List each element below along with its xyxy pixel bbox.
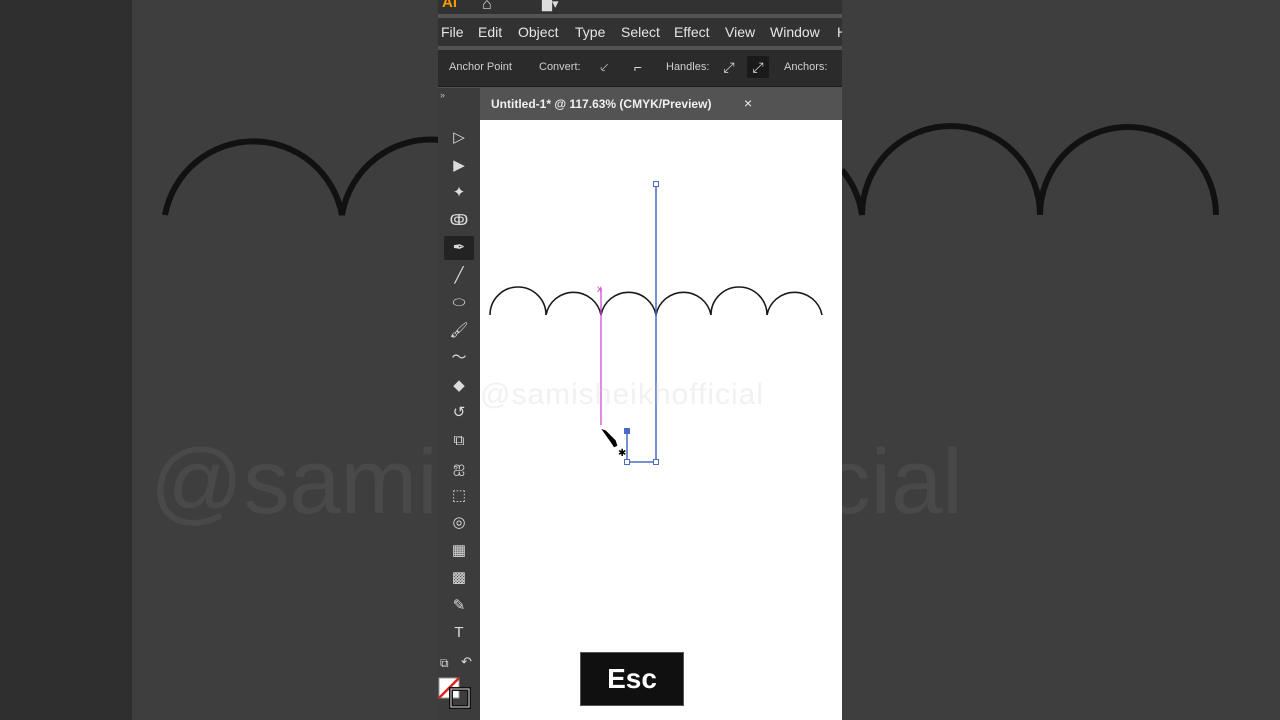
menu-view[interactable]: View: [725, 24, 755, 40]
shaper-tool-icon[interactable]: 〜: [444, 346, 474, 370]
eraser-tool-icon[interactable]: ◆: [444, 374, 474, 398]
illustrator-window: Ai ⌂ ▆▾ File Edit Object Type Select Eff…: [438, 0, 842, 720]
eyedropper-tool-icon[interactable]: ✎: [444, 594, 474, 618]
document-tab-bar: Untitled-1* @ 117.63% (CMYK/Preview) ×: [482, 88, 842, 120]
ellipse-tool-icon[interactable]: ⬭: [444, 291, 474, 315]
anchors-icon[interactable]: ⋮: [834, 56, 842, 78]
convert-label: Convert:: [539, 61, 581, 73]
anchor-point-bottom-right[interactable]: [653, 459, 659, 465]
menu-bar: File Edit Object Type Select Effect View…: [438, 18, 842, 46]
background-arcs-right: [842, 123, 1219, 216]
type-tool-icon[interactable]: T: [444, 621, 474, 645]
menu-type[interactable]: Type: [575, 24, 605, 40]
background-left: [0, 0, 440, 720]
menu-object[interactable]: Object: [518, 24, 558, 40]
line-tool-icon[interactable]: ╱: [444, 264, 474, 288]
title-bar: Ai ⌂ ▆▾: [438, 0, 842, 14]
anchor-point-active[interactable]: [624, 428, 630, 434]
paintbrush-tool-icon[interactable]: 🖌: [444, 319, 474, 343]
home-icon[interactable]: ⌂: [482, 0, 492, 14]
toolbox-grip-icon[interactable]: »: [440, 90, 445, 100]
rotate-tool-icon[interactable]: ↺: [444, 401, 474, 425]
background-right: [842, 0, 1280, 720]
direct-selection-tool-icon[interactable]: ▶: [444, 154, 474, 178]
selection-tool-icon[interactable]: ▷: [444, 126, 474, 150]
free-transform-tool-icon[interactable]: ⬚: [444, 484, 474, 508]
menu-effect[interactable]: Effect: [674, 24, 710, 40]
document-tab[interactable]: Untitled-1* @ 117.63% (CMYK/Preview) ×: [482, 88, 762, 120]
default-colors-icon[interactable]: ⧉: [440, 656, 449, 671]
swap-colors-icon[interactable]: ↶: [461, 654, 472, 670]
scale-tool-icon[interactable]: ⧉: [444, 429, 474, 453]
hide-handles-icon[interactable]: ⤢: [747, 56, 769, 78]
workspace-switcher-icon[interactable]: ▆▾: [542, 0, 559, 12]
magic-wand-tool-icon[interactable]: ✦: [444, 181, 474, 205]
menu-file[interactable]: File: [441, 24, 464, 40]
anchor-point-label: Anchor Point: [449, 61, 512, 73]
watermark-text: @samisheikhofficial: [480, 378, 765, 411]
anchors-label: Anchors:: [784, 61, 828, 73]
close-icon[interactable]: ×: [744, 95, 752, 111]
esc-key-overlay: Esc: [580, 652, 684, 706]
pen-cursor-icon: ✱: [598, 427, 626, 459]
fill-stroke-icon[interactable]: [438, 676, 474, 712]
lasso-tool-icon[interactable]: ↂ: [444, 209, 474, 233]
toolbox: » ▷ ▶ ✦ ↂ ✒ ╱ ⬭ 🖌 〜 ◆ ↺ ⧉ ஐ ⬚ ◎ ▦ ▩ ✎ T ⧉ ↶: [438, 88, 480, 720]
convert-corner-icon[interactable]: ⸔: [593, 56, 615, 78]
menu-edit[interactable]: Edit: [478, 24, 502, 40]
show-handles-icon[interactable]: ⤢: [718, 56, 740, 78]
mesh-tool-icon[interactable]: ▩: [444, 566, 474, 590]
handles-label: Handles:: [666, 61, 710, 73]
warp-tool-icon[interactable]: ஐ: [444, 456, 474, 480]
selected-handle-path[interactable]: [626, 184, 657, 463]
artboard[interactable]: x ✱ @samisheikhofficial Esc: [480, 120, 842, 720]
smart-guide-marker: x: [597, 284, 602, 295]
menu-help[interactable]: H: [837, 24, 842, 40]
background-arcs-left: [162, 136, 440, 216]
perspective-grid-tool-icon[interactable]: ▦: [444, 539, 474, 563]
svg-text:✱: ✱: [618, 448, 626, 459]
control-bar: Anchor Point Convert: ⸔ ⌐ Handles: ⤢ ⤢ A…: [438, 50, 842, 87]
pen-tool-icon[interactable]: ✒: [444, 236, 474, 260]
document-tab-title: Untitled-1* @ 117.63% (CMYK/Preview): [491, 97, 712, 111]
app-logo: Ai: [442, 0, 457, 11]
anchor-point-top[interactable]: [653, 181, 659, 187]
anchor-point-bottom-left[interactable]: [624, 459, 630, 465]
convert-smooth-icon[interactable]: ⌐: [627, 56, 649, 78]
menu-window[interactable]: Window: [770, 24, 820, 40]
shape-builder-tool-icon[interactable]: ◎: [444, 511, 474, 535]
artwork: x ✱: [489, 181, 823, 465]
menu-select[interactable]: Select: [621, 24, 660, 40]
